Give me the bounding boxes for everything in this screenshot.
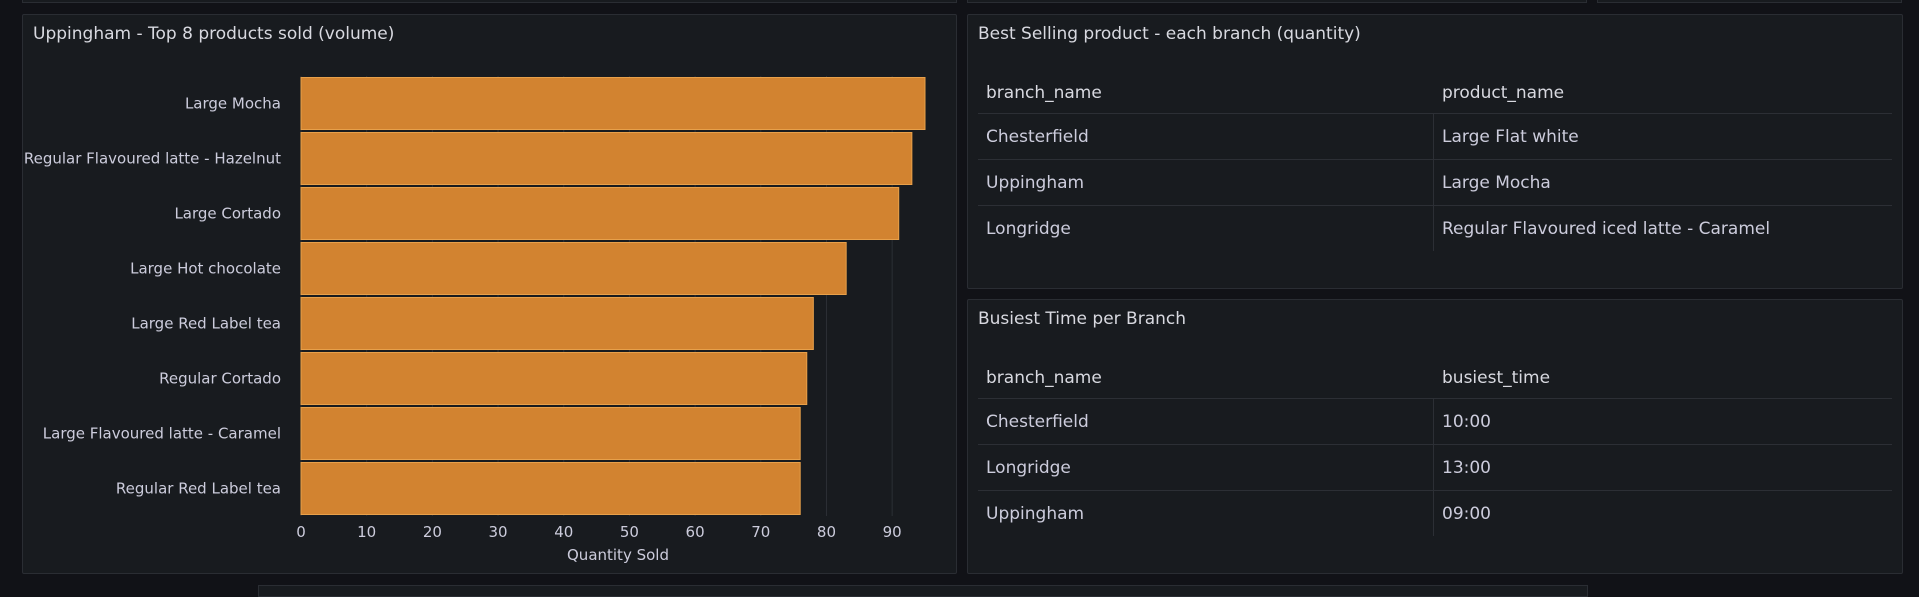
cell-busiest-time: 09:00 — [1442, 503, 1491, 524]
bar[interactable] — [300, 407, 801, 460]
x-tick-label: 90 — [883, 523, 902, 541]
cell-product-name: Regular Flavoured iced latte - Caramel — [1442, 218, 1771, 239]
cell-branch-name: Longridge — [978, 206, 1434, 251]
table-header: branch_name busiest_time — [978, 358, 1892, 399]
y-category-label: Regular Cortado — [159, 370, 281, 388]
cell-branch-name: Longridge — [978, 445, 1434, 490]
cell-product-name: Large Flat white — [1442, 126, 1579, 147]
panel-stub-top-left — [22, 0, 957, 3]
x-tick-label: 20 — [423, 523, 442, 541]
x-axis-label: Quantity Sold — [567, 546, 669, 564]
y-category-label: Large Hot chocolate — [130, 260, 281, 278]
panel-stub-bottom — [258, 585, 1588, 597]
cell-branch-name: Uppingham — [978, 160, 1434, 205]
best-selling-panel: Best Selling product - each branch (quan… — [967, 14, 1903, 289]
busiest-time-title[interactable]: Busiest Time per Branch — [978, 309, 1186, 329]
busiest-time-panel: Busiest Time per Branch branch_name busi… — [967, 299, 1903, 574]
column-header-product-name[interactable]: product_name — [1434, 73, 1892, 113]
bar[interactable] — [300, 187, 900, 240]
panel-stub-top-right — [1597, 0, 1902, 3]
cell-branch-name: Chesterfield — [978, 399, 1434, 444]
y-category-label: Large Mocha — [185, 95, 281, 113]
bar[interactable] — [300, 77, 926, 130]
x-tick-label: 10 — [357, 523, 376, 541]
y-category-label: Large Flavoured latte - Caramel — [43, 425, 281, 443]
y-category-label: Large Cortado — [174, 205, 281, 223]
products-chart-panel: Uppingham - Top 8 products sold (volume)… — [22, 14, 957, 574]
column-header-busiest-time[interactable]: busiest_time — [1434, 358, 1892, 398]
cell-busiest-time: 13:00 — [1442, 457, 1491, 478]
panel-stub-top-middle — [967, 0, 1587, 3]
table-row: Uppingham 09:00 — [978, 491, 1892, 536]
table-row: Longridge Regular Flavoured iced latte -… — [978, 206, 1892, 251]
table-header: branch_name product_name — [978, 73, 1892, 114]
bar[interactable] — [300, 462, 801, 515]
busiest-time-table: branch_name busiest_time Chesterfield 10… — [978, 358, 1892, 536]
column-header-branch-name[interactable]: branch_name — [978, 73, 1434, 113]
column-header-branch-name[interactable]: branch_name — [978, 358, 1434, 398]
bar[interactable] — [300, 352, 808, 405]
best-selling-title[interactable]: Best Selling product - each branch (quan… — [978, 24, 1361, 44]
y-category-label: Regular Flavoured latte - Hazelnut — [24, 150, 281, 168]
cell-branch-name: Chesterfield — [978, 114, 1434, 159]
x-tick-label: 80 — [817, 523, 836, 541]
products-bar-chart: Large Mocha Regular Flavoured latte - Haz… — [24, 76, 926, 564]
table-row: Chesterfield 10:00 — [978, 399, 1892, 445]
table-row: Uppingham Large Mocha — [978, 160, 1892, 206]
y-category-label: Large Red Label tea — [131, 315, 281, 333]
cell-branch-name: Uppingham — [978, 491, 1434, 536]
cell-busiest-time: 10:00 — [1442, 411, 1491, 432]
bar[interactable] — [300, 132, 913, 185]
table-row: Longridge 13:00 — [978, 445, 1892, 491]
x-tick-label: 50 — [620, 523, 639, 541]
y-category-label: Regular Red Label tea — [116, 480, 281, 498]
x-tick-label: 30 — [489, 523, 508, 541]
bar[interactable] — [300, 242, 847, 295]
x-tick-label: 60 — [686, 523, 705, 541]
x-tick-label: 0 — [296, 523, 306, 541]
cell-product-name: Large Mocha — [1442, 172, 1551, 193]
best-selling-table: branch_name product_name Chesterfield La… — [978, 73, 1892, 251]
x-tick-label: 40 — [554, 523, 573, 541]
table-row: Chesterfield Large Flat white — [978, 114, 1892, 160]
bar[interactable] — [300, 297, 814, 350]
x-tick-label: 70 — [751, 523, 770, 541]
